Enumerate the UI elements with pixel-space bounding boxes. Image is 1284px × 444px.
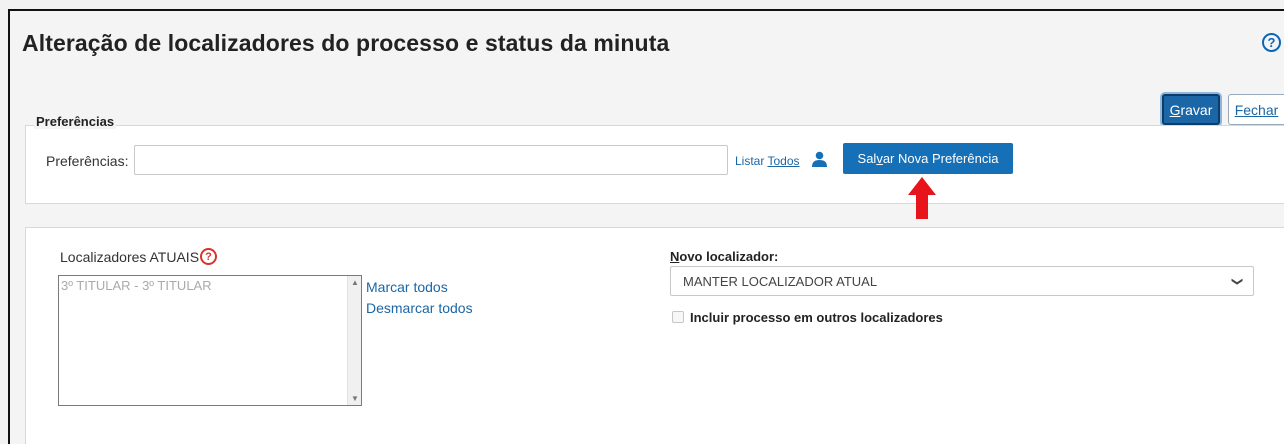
page-title: Alteração de localizadores do processo e…: [22, 30, 670, 56]
listar-todos-link[interactable]: Listar Todos: [735, 154, 800, 168]
user-icon[interactable]: [811, 151, 828, 167]
scroll-up-icon[interactable]: ▲: [351, 278, 359, 287]
chevron-down-icon: ❮: [1230, 276, 1243, 286]
gravar-accesskey: G: [1169, 101, 1181, 118]
fechar-button[interactable]: Fechar: [1228, 94, 1284, 125]
fechar-label: echar: [1243, 101, 1279, 118]
salvar-rest: ar Nova Preferência: [882, 151, 999, 166]
incluir-outros-label[interactable]: Incluir processo em outros localizadores: [690, 310, 943, 325]
scroll-down-icon[interactable]: ▼: [351, 394, 359, 403]
fechar-accesskey: F: [1234, 101, 1244, 118]
preferencias-label: Preferências:: [46, 153, 129, 169]
novo-localizador-select[interactable]: MANTER LOCALIZADOR ATUAL ❮: [670, 266, 1254, 296]
novo-localizador-label: Novo localizador:: [670, 249, 778, 264]
listar-prefix: Listar: [735, 154, 768, 168]
novo-accesskey: N: [670, 249, 680, 264]
preferencias-legend: Preferências: [34, 114, 117, 129]
localizadores-listbox[interactable]: 3º TITULAR - 3º TITULAR ▲ ▼: [58, 275, 362, 406]
gravar-label: ravar: [1180, 101, 1213, 118]
novo-label-rest: ovo localizador:: [679, 249, 779, 264]
incluir-outros-checkbox[interactable]: [672, 311, 684, 323]
preferencias-input[interactable]: [134, 145, 728, 175]
help-icon[interactable]: ?: [1262, 33, 1281, 52]
red-arrow-up-icon: [908, 177, 936, 219]
marcar-todos-link[interactable]: Marcar todos: [366, 279, 448, 295]
salvar-nova-preferencia-button[interactable]: Sal v ar Nova Preferência: [843, 143, 1013, 174]
localizadores-atuais-label: Localizadores ATUAIS: [60, 249, 200, 265]
listbox-scrollbar[interactable]: ▲ ▼: [347, 276, 361, 405]
listar-rest: odos: [773, 154, 800, 168]
select-value: MANTER LOCALIZADOR ATUAL: [683, 273, 878, 289]
desmarcar-todos-link[interactable]: Desmarcar todos: [366, 300, 473, 316]
salvar-prefix: Sal: [857, 151, 877, 166]
gravar-button[interactable]: Gravar: [1162, 94, 1220, 125]
list-item[interactable]: 3º TITULAR - 3º TITULAR: [61, 278, 212, 293]
help-icon-red[interactable]: ?: [200, 248, 217, 265]
